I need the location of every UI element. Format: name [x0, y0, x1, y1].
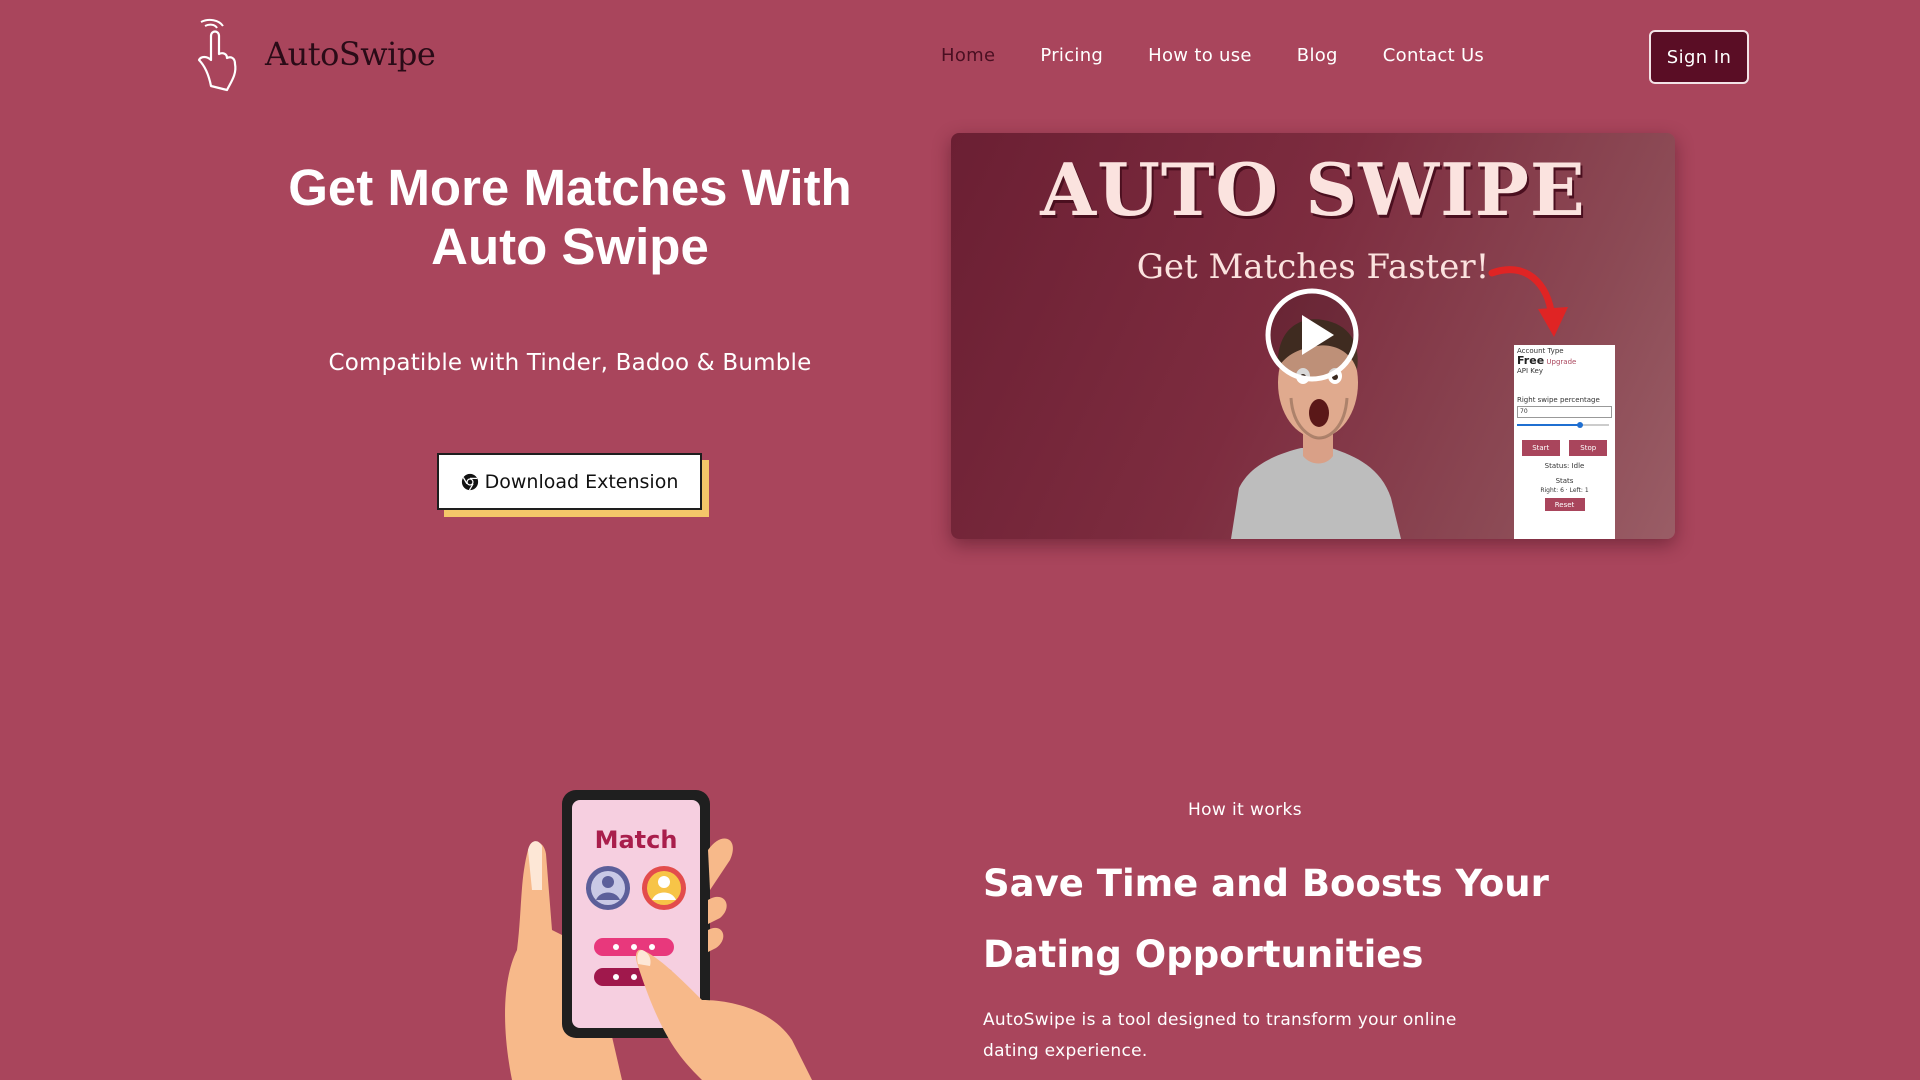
- nav-how-to-use[interactable]: How to use: [1148, 44, 1252, 68]
- start-button: Start: [1521, 440, 1560, 456]
- brand-logo[interactable]: AutoSwipe: [183, 16, 436, 92]
- phone-match-illustration: Match: [505, 790, 812, 1080]
- right-swipe-slider: [1517, 422, 1612, 428]
- tap-hand-icon: [197, 18, 237, 92]
- nav-contact-us[interactable]: Contact Us: [1383, 44, 1484, 68]
- upgrade-link: Upgrade: [1546, 358, 1577, 366]
- download-extension-wrapper: Download Extension: [437, 453, 709, 517]
- stop-button: Stop: [1569, 440, 1608, 456]
- stats-label: Stats: [1555, 477, 1574, 485]
- download-extension-label: Download Extension: [484, 470, 679, 493]
- api-key-label: API Key: [1517, 367, 1543, 375]
- right-swipe-label: Right swipe percentage: [1517, 396, 1600, 404]
- how-it-works-title: Save Time and Boosts Your Dating Opportu…: [983, 862, 1549, 976]
- nav-blog[interactable]: Blog: [1297, 44, 1338, 68]
- hero-title: Get More Matches With Auto Swipe: [288, 159, 852, 275]
- stats-text: Right: 6 · Left: 1: [1540, 487, 1589, 494]
- nav-home[interactable]: Home: [941, 44, 995, 68]
- status-text: Status: Idle: [1544, 462, 1585, 470]
- sign-in-button[interactable]: Sign In: [1649, 30, 1749, 84]
- main-nav: Home Pricing How to use Blog Contact Us: [941, 44, 1529, 68]
- chrome-icon: [461, 473, 478, 490]
- promo-video[interactable]: AUTO SWIPE Get Matches Faster! Account T…: [951, 133, 1675, 539]
- right-swipe-field: 70: [1517, 406, 1612, 418]
- video-title: AUTO SWIPE: [1040, 147, 1586, 232]
- how-it-works-text: AutoSwipe is a tool designed to transfor…: [983, 1010, 1457, 1061]
- red-arrow-icon: [1488, 266, 1568, 337]
- brand-name: AutoSwipe: [265, 35, 436, 73]
- plan-label: Free: [1517, 354, 1545, 367]
- reset-button: Reset: [1544, 498, 1585, 511]
- nav-pricing[interactable]: Pricing: [1040, 44, 1103, 68]
- match-label: Match: [595, 826, 678, 854]
- compatibility-text: Compatible with Tinder, Badoo & Bumble: [328, 350, 812, 376]
- extension-panel-preview: Account Type Free Upgrade API Key Right …: [1514, 345, 1615, 539]
- how-it-works-label: How it works: [1187, 800, 1303, 820]
- download-extension-button[interactable]: Download Extension: [437, 453, 702, 510]
- play-icon[interactable]: [1264, 287, 1360, 383]
